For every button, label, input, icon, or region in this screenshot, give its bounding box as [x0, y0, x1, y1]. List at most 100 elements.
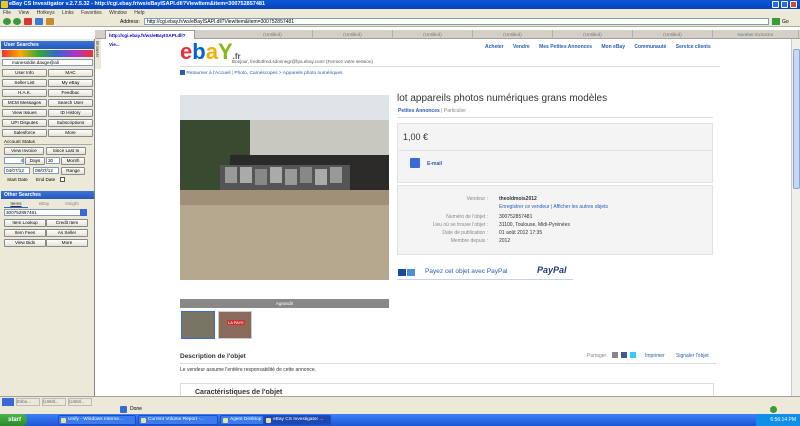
view-invoice-select[interactable]: View Invoice [4, 147, 44, 155]
tab-untitled-5[interactable]: (Untitled) [553, 30, 633, 39]
print-link[interactable]: Imprimer [645, 353, 665, 359]
view-bids-button[interactable]: View Bids [4, 239, 46, 247]
days-input[interactable]: 4 [4, 157, 24, 164]
tab-untitled-1[interactable]: (Untitled) [233, 30, 313, 39]
menu-help[interactable]: Help [134, 10, 144, 16]
paypal-logo: PayPal [537, 265, 567, 275]
start-button[interactable]: start [0, 414, 27, 426]
feedback-button[interactable]: Feedbac [48, 89, 93, 97]
menu-hotkeys[interactable]: Hotkeys [37, 10, 55, 16]
month-button[interactable]: Month [61, 157, 85, 165]
nav-communaute[interactable]: Communauté [634, 44, 666, 50]
credit-item-button[interactable]: Credit Item [46, 219, 88, 227]
seller-list-button[interactable]: Seller List [2, 79, 47, 87]
thumbnail-1[interactable] [181, 311, 215, 339]
maximize-button[interactable] [781, 1, 788, 8]
item-number: 300752857481 [499, 214, 533, 220]
detail-label: Membre depuis : [450, 238, 488, 244]
internet-zone-icon [770, 406, 777, 413]
tab-insight[interactable]: Insight [60, 201, 84, 208]
tab-ebay[interactable]: eBay [32, 201, 56, 208]
search-user-button[interactable]: Search User [48, 99, 93, 107]
tab-active[interactable]: http://cgi.ebay.fr/ws/eBayISAPI.dll?Vie.… [105, 30, 195, 47]
email-link[interactable]: E-mail [427, 161, 442, 167]
more-button[interactable]: More [48, 129, 93, 137]
color-toolbar[interactable] [2, 50, 93, 57]
go-button[interactable]: Go [782, 18, 789, 26]
mac-button[interactable]: MAC [48, 69, 93, 77]
go-arrow-icon[interactable] [772, 18, 780, 25]
small-tab-2[interactable]: (Untitl... [42, 398, 66, 406]
end-date-input[interactable]: 08/07/12 [33, 167, 59, 174]
small-tab-1[interactable]: Esbo... [16, 398, 40, 406]
twitter-icon[interactable] [630, 352, 636, 358]
forward-icon[interactable] [13, 18, 21, 25]
facebook-icon[interactable] [621, 352, 627, 358]
nav-arrow-icon[interactable] [2, 398, 14, 406]
range-button[interactable]: Range [61, 167, 85, 175]
nav-acheter[interactable]: Acheter [485, 44, 504, 50]
nav-service-clients[interactable]: Service clients [676, 44, 711, 50]
tab-items[interactable]: Items [4, 201, 28, 208]
address-input[interactable]: http://cgi.ebay.fr/ws/eBayISAPI.dll?View… [144, 18, 769, 25]
breadcrumb-category-link[interactable]: Photo, Caméscopes > Appareils photo numé… [234, 71, 342, 76]
user-id-input[interactable]: manesoldie.dauge@ali [2, 59, 93, 66]
scrollbar-thumb[interactable] [793, 49, 800, 189]
view-issues-button[interactable]: View Issues [2, 109, 47, 117]
item-number-input[interactable]: 300752857481 [4, 209, 86, 216]
tab-untitled-2[interactable]: (Untitled) [313, 30, 393, 39]
user-info-button[interactable]: User Info [2, 69, 47, 77]
nav-mes-petites-annonces[interactable]: Mes Petites Annonces [539, 44, 592, 50]
breadcrumb-back-link[interactable]: Retourner à l'Accueil [186, 71, 230, 76]
email-icon[interactable] [410, 158, 420, 168]
tab-number-extractor[interactable]: Number Extractor [713, 30, 799, 39]
petites-annonces-link[interactable]: Petites Annonces [398, 108, 440, 114]
menu-favorites[interactable]: Favorites [81, 10, 102, 16]
price-divider [398, 150, 712, 151]
more2-button[interactable]: More [46, 239, 88, 247]
tab-untitled-4[interactable]: (Untitled) [473, 30, 553, 39]
item-fees-button[interactable]: Item Fees [4, 229, 46, 237]
hak-button[interactable]: H.A.K. [2, 89, 47, 97]
refresh-icon[interactable] [35, 18, 43, 25]
small-tab-3[interactable]: (Untitl... [68, 398, 92, 406]
main-photo-frame[interactable] [180, 95, 389, 281]
tab-untitled-3[interactable]: (Untitled) [393, 30, 473, 39]
salesforce-button[interactable]: Salesforce [2, 129, 47, 137]
nav-vendre[interactable]: Vendre [513, 44, 530, 50]
email-share-icon[interactable] [612, 352, 618, 358]
month-input[interactable]: 30 [46, 157, 60, 164]
back-icon[interactable] [3, 18, 11, 25]
id-history-button[interactable]: ID History [48, 109, 93, 117]
close-button[interactable] [790, 1, 797, 8]
since-last-select[interactable]: Since Last In [46, 147, 86, 155]
dropdown-arrow-icon[interactable] [80, 209, 87, 216]
menu-file[interactable]: File [3, 10, 11, 16]
enlarge-button[interactable]: Agrandir [180, 299, 389, 308]
vertical-scrollbar[interactable] [791, 39, 800, 396]
my-ebay-button[interactable]: My eBay [48, 79, 93, 87]
taskbar-item-unify[interactable]: Unify - Windows Interne... [58, 415, 136, 425]
nav-mon-ebay[interactable]: Mon eBay [601, 44, 625, 50]
home-icon[interactable] [46, 18, 54, 25]
days-button[interactable]: Days [25, 157, 45, 165]
taskbar-item-volume-report[interactable]: Current Volume Report -... [138, 415, 218, 425]
item-lookup-button[interactable]: Item Lookup [4, 219, 46, 227]
as-seller-button[interactable]: As Seller [46, 229, 88, 237]
tab-untitled-6[interactable]: (Untitled) [633, 30, 713, 39]
thumbnail-2[interactable]: LA PAYE [218, 311, 252, 339]
seller-links[interactable]: Enregistrer ce vendeur | Afficher les au… [499, 204, 608, 210]
minimize-button[interactable] [772, 1, 779, 8]
menu-view[interactable]: View [18, 10, 29, 16]
seller-name[interactable]: theoldmois2012 [499, 196, 537, 202]
menu-links[interactable]: Links [62, 10, 74, 16]
mcm-messages-button[interactable]: MCM Messages [2, 99, 47, 107]
report-link[interactable]: Signaler l'objet [676, 353, 709, 359]
upi-disputes-button[interactable]: UPI Disputes [2, 119, 47, 127]
stop-icon[interactable] [24, 18, 32, 25]
taskbar-item-cs-investigator[interactable]: eBay CS Investigator ... [263, 415, 331, 425]
subscriptions-button[interactable]: Subscriptions [48, 119, 93, 127]
start-date-input[interactable]: 04/07/12 [4, 167, 30, 174]
menu-window[interactable]: Window [109, 10, 127, 16]
date-checkbox[interactable] [60, 177, 65, 182]
